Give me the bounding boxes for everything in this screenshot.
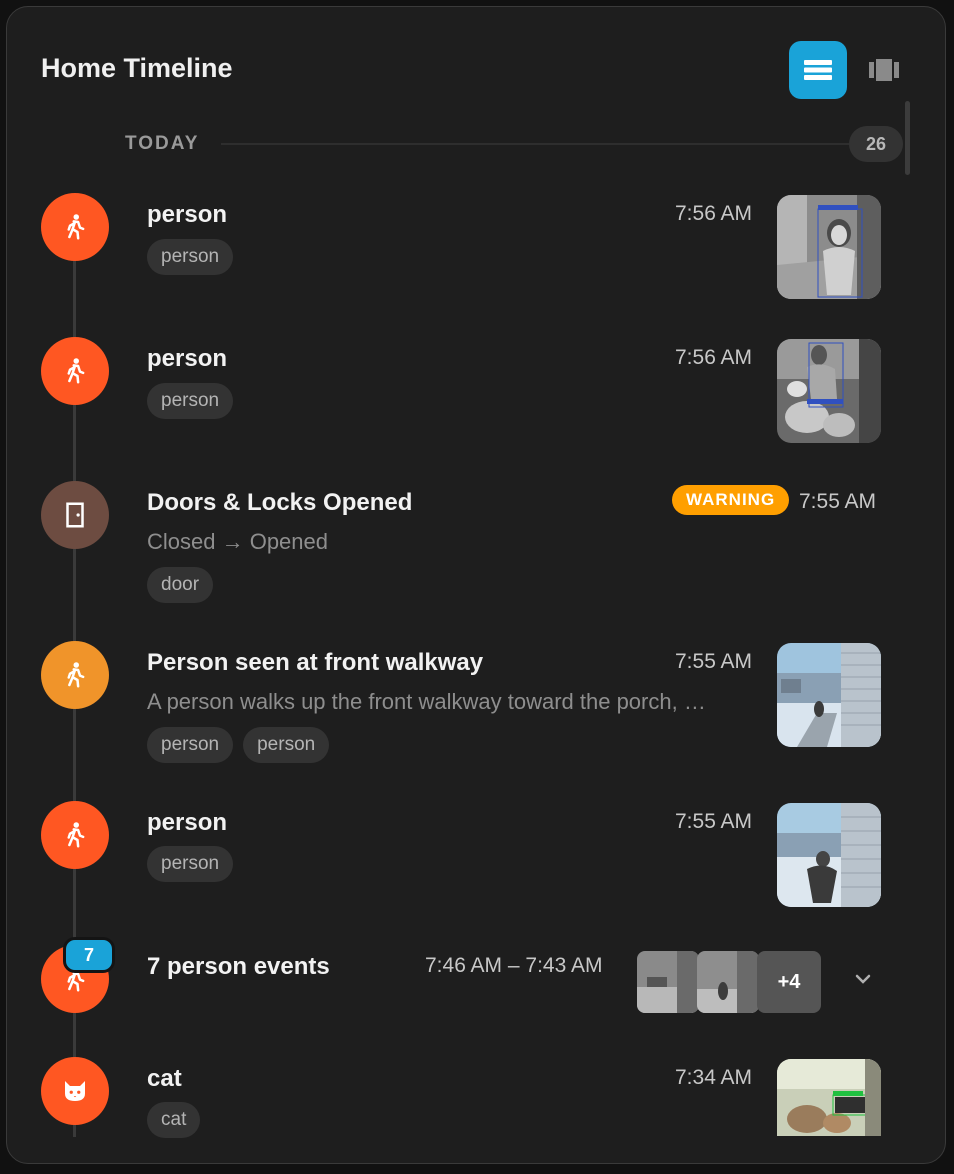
event-time: 7:55 AM <box>675 810 753 833</box>
event-time: 7:55 AM <box>675 650 753 673</box>
event-icon-person <box>41 801 109 869</box>
carousel-view-icon <box>869 59 899 81</box>
event-icon-person <box>41 193 109 261</box>
door-icon <box>66 502 84 528</box>
tag-chip[interactable]: door <box>147 567 214 603</box>
event-title: person <box>147 201 228 228</box>
more-snapshots-tile[interactable]: +4 <box>757 951 821 1013</box>
event-time: 7:56 AM <box>675 202 753 225</box>
event-snapshot[interactable] <box>777 803 881 907</box>
expand-button[interactable] <box>849 965 877 993</box>
event-icon-person <box>41 337 109 405</box>
event-description: A person walks up the front walkway towa… <box>147 689 706 714</box>
event-icon-person <box>41 641 109 709</box>
event-icon-door <box>41 481 109 549</box>
tag-chip[interactable]: person <box>243 727 330 763</box>
person-walking-icon <box>67 662 85 688</box>
event-snapshot[interactable] <box>777 195 881 299</box>
cat-icon <box>65 1081 85 1101</box>
day-label: TODAY <box>125 133 200 154</box>
event-icon-cat <box>41 1057 109 1125</box>
list-view-button[interactable] <box>789 41 847 99</box>
group-snapshot[interactable] <box>697 951 759 1013</box>
tag-chip[interactable]: person <box>147 383 234 419</box>
event-title: cat <box>147 1065 182 1092</box>
scrollbar[interactable] <box>905 101 910 175</box>
person-walking-icon <box>67 214 85 240</box>
group-time-range: 7:46 AM – 7:43 AM <box>425 954 603 977</box>
tag-chip[interactable]: person <box>147 239 234 275</box>
group-snapshot[interactable] <box>637 951 699 1013</box>
group-title: 7 person events <box>147 953 330 980</box>
person-walking-icon <box>67 358 85 384</box>
card-view-button[interactable] <box>855 41 913 99</box>
event-snapshot[interactable] <box>777 339 881 443</box>
event-time: 7:56 AM <box>675 346 753 369</box>
event-time: 7:34 AM <box>675 1066 753 1089</box>
list-view-icon <box>804 60 832 80</box>
tag-chip[interactable]: cat <box>147 1102 201 1138</box>
tag-chip[interactable]: person <box>147 727 234 763</box>
day-event-count: 26 <box>849 126 903 162</box>
warning-badge: WARNING <box>672 485 790 515</box>
tag-chip[interactable]: person <box>147 846 234 882</box>
event-snapshot[interactable] <box>777 1059 881 1136</box>
event-snapshot[interactable] <box>777 643 881 747</box>
event-title: person <box>147 809 228 836</box>
page-title: Home Timeline <box>41 53 233 83</box>
event-title: Doors & Locks Opened <box>147 489 413 516</box>
person-walking-icon <box>67 822 85 848</box>
day-divider <box>221 143 851 145</box>
event-description: Closed → Opened <box>147 529 328 554</box>
event-title: person <box>147 345 228 372</box>
timeline-card: Home Timeline TODAY 26 person 7:56 AM pe… <box>6 6 946 1164</box>
group-count-badge: 7 <box>63 937 115 973</box>
chevron-down-icon <box>855 974 871 984</box>
event-title: Person seen at front walkway <box>147 649 484 676</box>
event-time: 7:55 AM <box>799 490 877 513</box>
